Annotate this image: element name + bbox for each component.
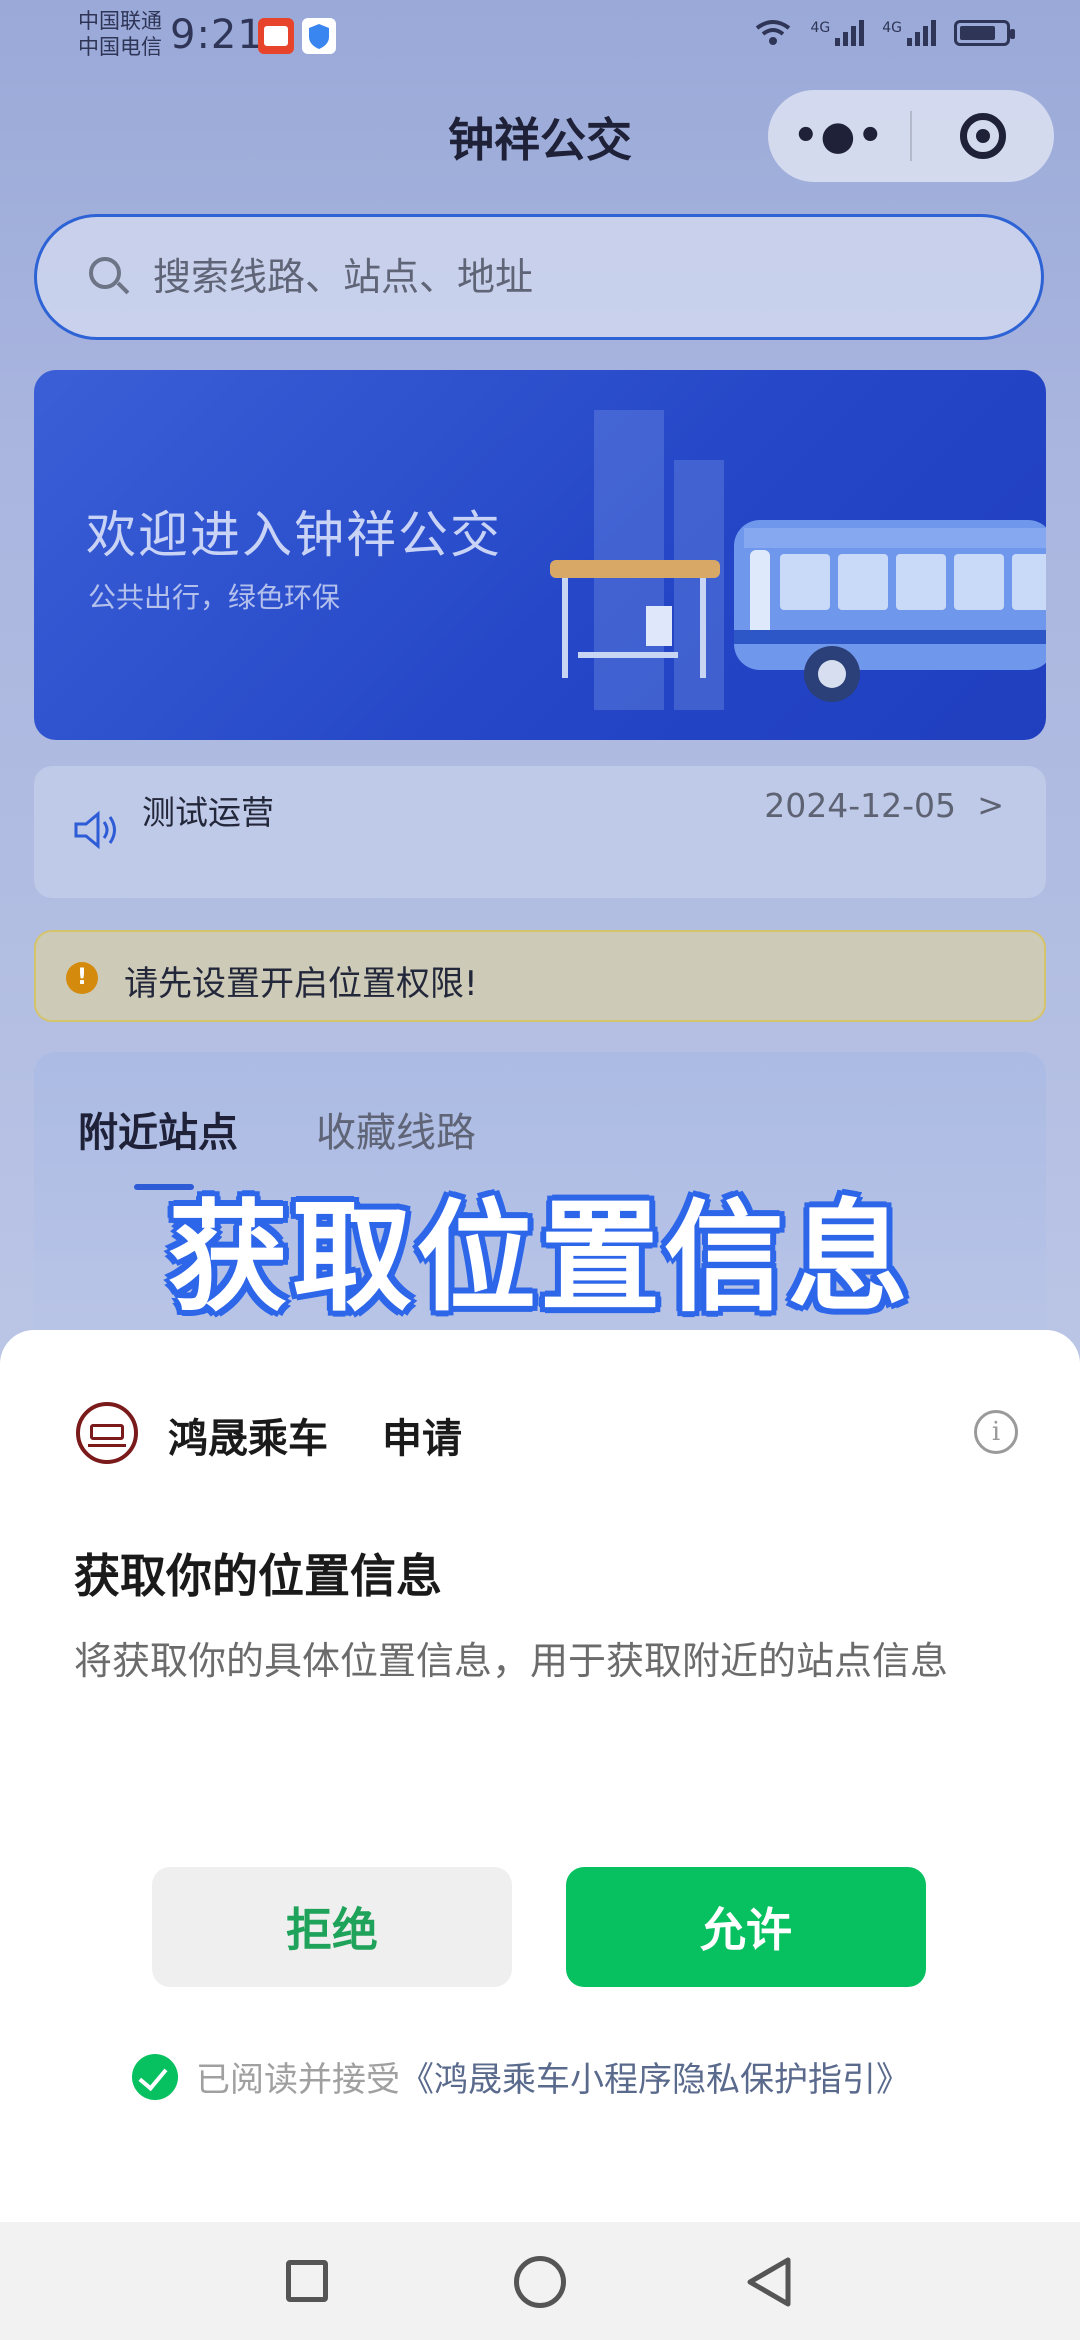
announcement-date: 2024-12-05 [764,786,956,825]
system-navigation-bar [0,2222,1080,2340]
mini-program-capsule: •●• [768,90,1054,182]
allow-button[interactable]: 允许 [566,1867,926,1987]
chevron-right-icon: > [977,786,1004,824]
back-icon[interactable] [744,2256,794,2308]
tab-nearby-stops[interactable]: 附近站点 [78,1100,238,1158]
status-time: 9:21 [170,12,264,58]
app-notification-icon [258,18,294,54]
carrier-2: 中国电信 [78,35,162,59]
app-logo [76,1402,138,1464]
carrier-labels: 中国联通 中国电信 [78,8,162,60]
battery-icon [954,20,1015,46]
announcement-row[interactable]: 测试运营 2024-12-05 > [34,766,1046,898]
carrier-1: 中国联通 [78,9,162,33]
bus-stop-illustration [550,560,720,678]
shield-icon [302,18,336,54]
signal-1-label: 4G [810,20,831,36]
more-dots-icon[interactable]: •●• [768,113,910,159]
requesting-app-name: 鸿晟乘车 [168,1416,328,1462]
agree-checkbox[interactable] [132,2053,178,2100]
warning-icon: ! [66,962,98,994]
banner-title: 欢迎进入钟祥公交 [86,506,502,564]
signal-2-label: 4G [882,20,902,36]
search-bar[interactable] [34,214,1044,340]
tab-favorite-routes[interactable]: 收藏线路 [316,1100,476,1158]
wifi-icon [756,20,791,45]
info-icon[interactable]: i [974,1410,1018,1454]
search-input[interactable] [151,254,955,300]
privacy-agreement: 已阅读并接受 《鸿晟乘车小程序隐私保护指引》 [132,2052,910,2101]
agree-prefix: 已阅读并接受 [196,2060,400,2100]
close-target-button[interactable] [912,113,1054,159]
signal-2-icon: 4G [882,20,936,46]
bus-illustration [734,520,1046,702]
announcement-title: 测试运营 [142,793,274,832]
recent-apps-icon[interactable] [286,2260,328,2302]
permission-sheet: 鸿晟乘车 申请 i 获取你的位置信息 将获取你的具体位置信息，用于获取附近的站点… [0,1330,1080,2222]
banner-subtitle: 公共出行，绿色环保 [88,581,341,614]
signal-1-icon: 4G [810,20,865,46]
permission-description: 将获取你的具体位置信息，用于获取附近的站点信息 [74,1639,949,1683]
search-icon [89,257,130,297]
welcome-banner[interactable]: 欢迎进入钟祥公交 公共出行，绿色环保 [34,370,1046,740]
location-permission-warning[interactable]: ! 请先设置开启位置权限! [34,930,1046,1022]
speaker-icon [74,810,116,850]
page-background: 中国联通 中国电信 9:21 4G 4G 钟祥公交 •●• 搜索线路、站点、地址… [0,0,1080,2340]
status-bar: 中国联通 中国电信 9:21 4G 4G [0,0,1080,72]
deny-button[interactable]: 拒绝 [152,1867,512,1987]
overlay-caption: 获取位置信息 [168,1189,912,1328]
warning-text: 请先设置开启位置权限! [124,964,478,1004]
status-right-icons: 4G 4G [754,18,1015,48]
privacy-policy-link[interactable]: 《鸿晟乘车小程序隐私保护指引》 [400,2052,910,2101]
target-icon [960,113,1006,159]
permission-title: 获取你的位置信息 [74,1549,442,1603]
request-label: 申请 [382,1416,462,1462]
home-icon[interactable] [514,2256,566,2308]
